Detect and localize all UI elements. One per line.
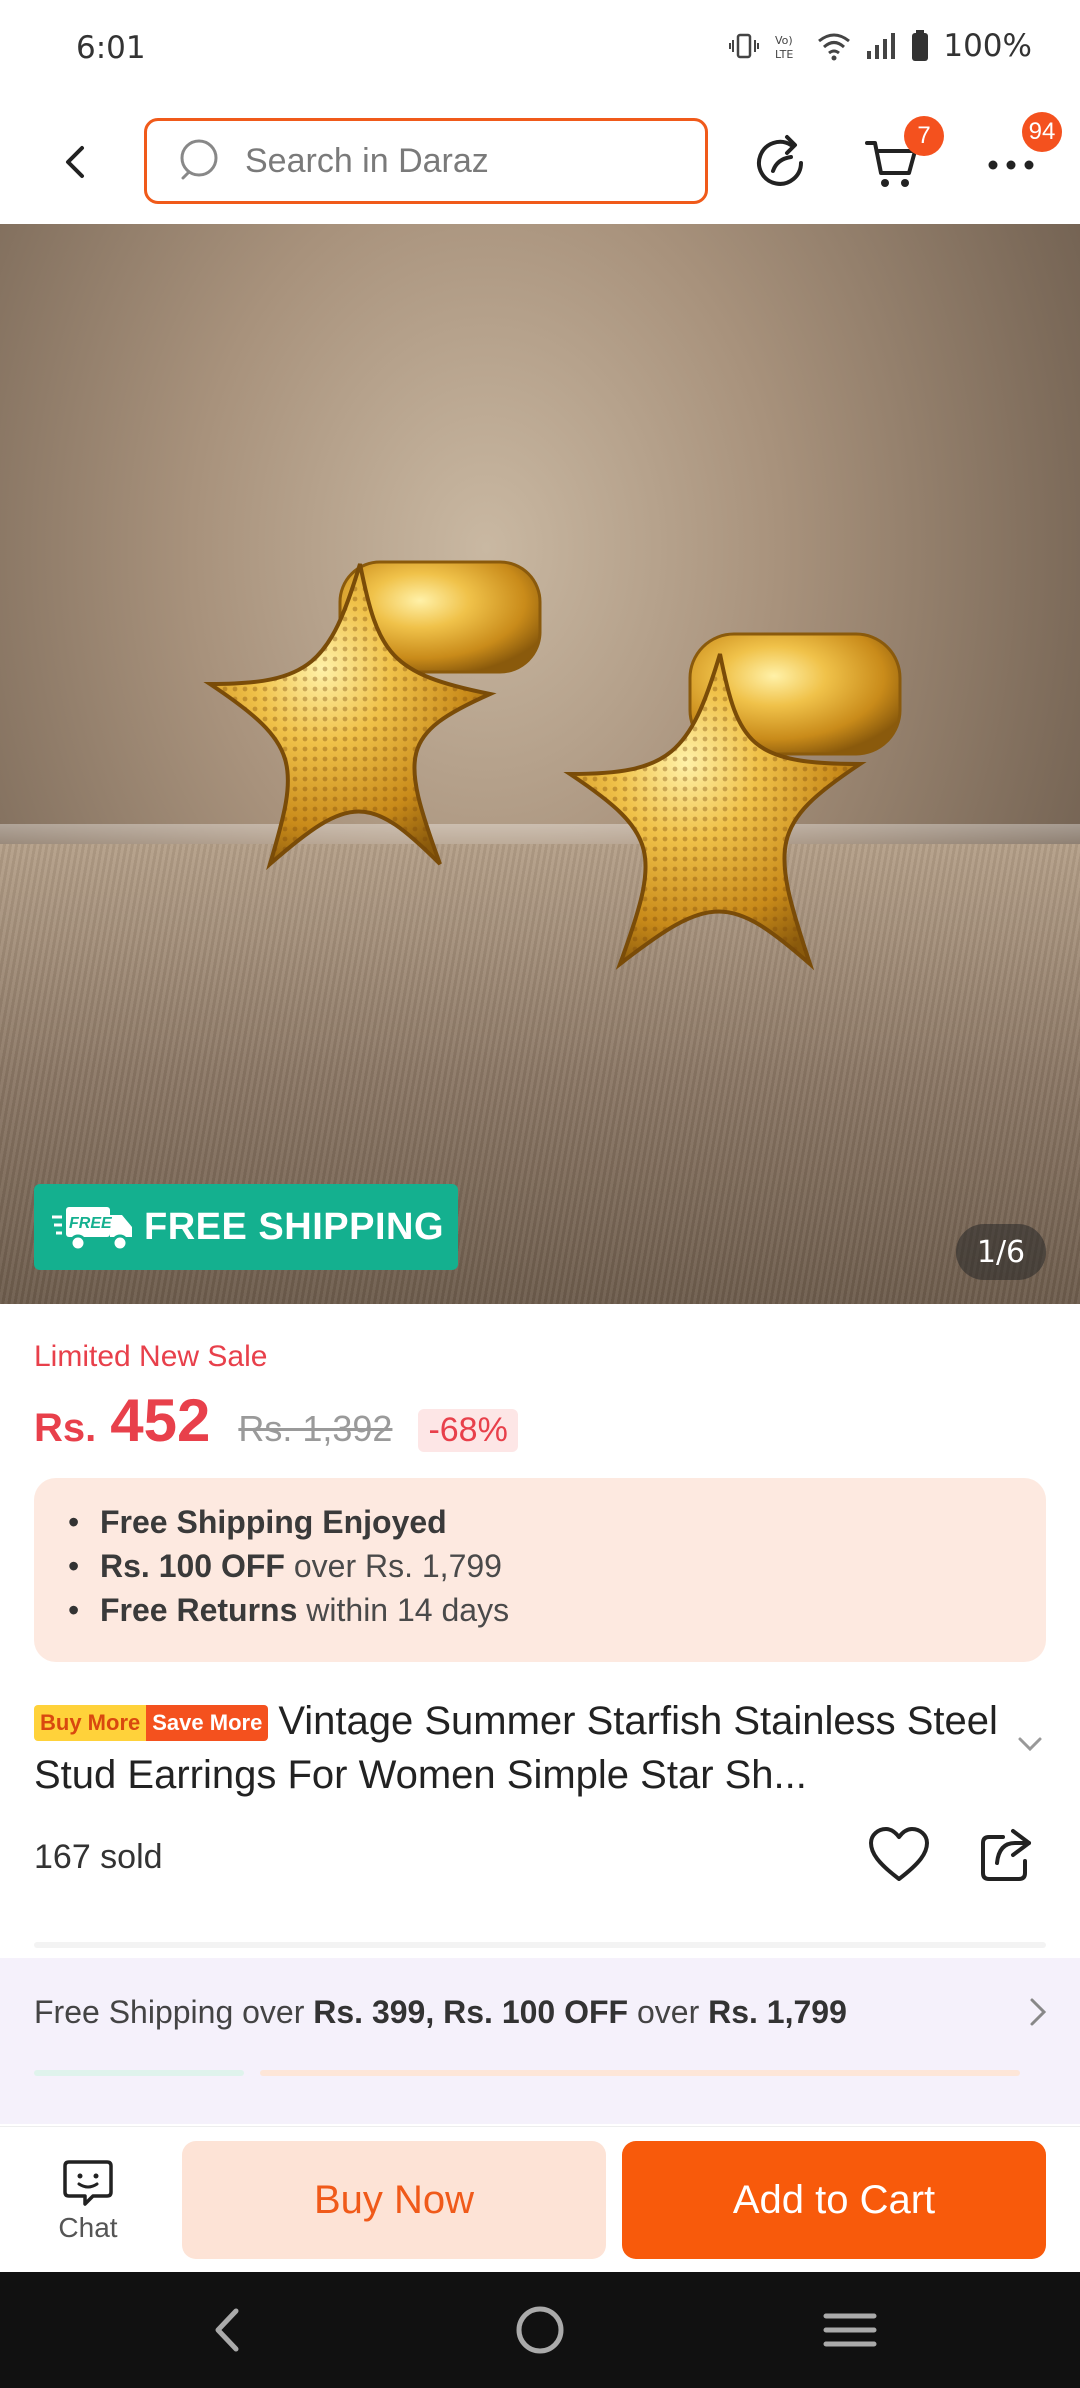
- price-row: Rs. 452 Rs. 1,392 -68%: [34, 1386, 518, 1455]
- action-bar: Chat Buy Now Add to Cart: [0, 2126, 1080, 2272]
- svg-text:FREE: FREE: [69, 1215, 113, 1232]
- back-icon: [66, 146, 84, 178]
- price-value: 452: [110, 1387, 211, 1454]
- chat-label: Chat: [58, 2212, 118, 2243]
- status-time: 6:01: [76, 30, 146, 66]
- chevron-down-icon: [1018, 1737, 1042, 1752]
- wifi-icon: [817, 31, 851, 61]
- status-bar: 6:01 Vo) LTE 100%: [0, 0, 1080, 100]
- benefit-item: Free Shipping Enjoyed: [68, 1500, 1012, 1544]
- heart-icon: [869, 1827, 929, 1881]
- signal-icon: [865, 31, 897, 61]
- product-image-gallery[interactable]: FREE FREE SHIPPING 1/6: [0, 224, 1080, 1304]
- search-placeholder: Search in Daraz: [245, 141, 489, 180]
- search-icon: [177, 136, 227, 186]
- shipping-progress-segment: [34, 2070, 244, 2076]
- sold-count: 167 sold: [34, 1838, 163, 1876]
- search-input[interactable]: Search in Daraz: [144, 118, 708, 204]
- free-shipping-label: FREE SHIPPING: [144, 1205, 444, 1248]
- starfish-earrings-image: [203, 560, 902, 971]
- image-counter: 1/6: [956, 1224, 1046, 1280]
- system-home-button[interactable]: [510, 2300, 570, 2360]
- volte-icon: Vo) LTE: [773, 31, 803, 61]
- more-badge: 94: [1022, 112, 1062, 152]
- svg-text:Vo): Vo): [775, 34, 793, 47]
- original-price: Rs. 1,392: [238, 1408, 393, 1449]
- benefit-item: Free Returns within 14 days: [68, 1588, 1012, 1632]
- shipping-promo-banner[interactable]: Free Shipping over Rs. 399, Rs. 100 OFF …: [0, 1958, 1080, 2124]
- shipping-progress-segment: [260, 2070, 1020, 2076]
- top-nav: Search in Daraz 7 94: [0, 100, 1080, 224]
- system-home-icon: [516, 2306, 564, 2354]
- status-icons: Vo) LTE 100%: [729, 28, 1032, 64]
- system-nav-bar: [0, 2272, 1080, 2388]
- more-button[interactable]: 94: [976, 112, 1062, 198]
- chevron-right-icon: [1030, 1998, 1047, 2026]
- system-recents-button[interactable]: [820, 2300, 880, 2360]
- share-icon: [981, 1829, 1031, 1881]
- cart-button[interactable]: 7: [858, 116, 944, 198]
- battery-percent: 100%: [943, 28, 1032, 64]
- add-to-cart-button[interactable]: Add to Cart: [622, 2141, 1046, 2259]
- chat-button[interactable]: Chat: [30, 2143, 146, 2259]
- wishlist-button[interactable]: [864, 1820, 934, 1890]
- svg-text:LTE: LTE: [775, 48, 793, 61]
- expand-title-button[interactable]: [1012, 1726, 1048, 1762]
- sale-label: Limited New Sale: [34, 1340, 268, 1373]
- chat-icon: [63, 2160, 113, 2206]
- vibrate-icon: [729, 31, 760, 61]
- product-title-block[interactable]: Buy More Save More Vintage Summer Starfis…: [34, 1694, 1014, 1802]
- cart-badge: 7: [904, 116, 944, 156]
- shipping-promo-text: Free Shipping over Rs. 399, Rs. 100 OFF …: [34, 1994, 847, 2030]
- share-button[interactable]: [972, 1820, 1042, 1890]
- price-currency: Rs.: [34, 1406, 97, 1450]
- buy-more-save-more-badge: Buy More Save More: [34, 1705, 269, 1741]
- system-recents-icon: [823, 2313, 877, 2347]
- product-title: Buy More Save More Vintage Summer Starfis…: [34, 1699, 998, 1797]
- free-truck-icon: FREE: [52, 1207, 132, 1252]
- share-refresh-button[interactable]: [746, 128, 816, 198]
- system-back-icon: [215, 2308, 239, 2352]
- back-button[interactable]: [44, 130, 108, 194]
- system-back-button[interactable]: [198, 2300, 258, 2360]
- discount-badge: -68%: [418, 1409, 518, 1452]
- section-divider: [34, 1942, 1046, 1948]
- benefit-item: Rs. 100 OFF over Rs. 1,799: [68, 1544, 1012, 1588]
- battery-icon: [911, 30, 929, 62]
- benefits-box[interactable]: Free Shipping Enjoyed Rs. 100 OFF over R…: [34, 1478, 1046, 1662]
- buy-now-button[interactable]: Buy Now: [182, 2141, 606, 2259]
- share-refresh-icon: [757, 135, 803, 186]
- free-shipping-tag: FREE FREE SHIPPING: [34, 1184, 458, 1270]
